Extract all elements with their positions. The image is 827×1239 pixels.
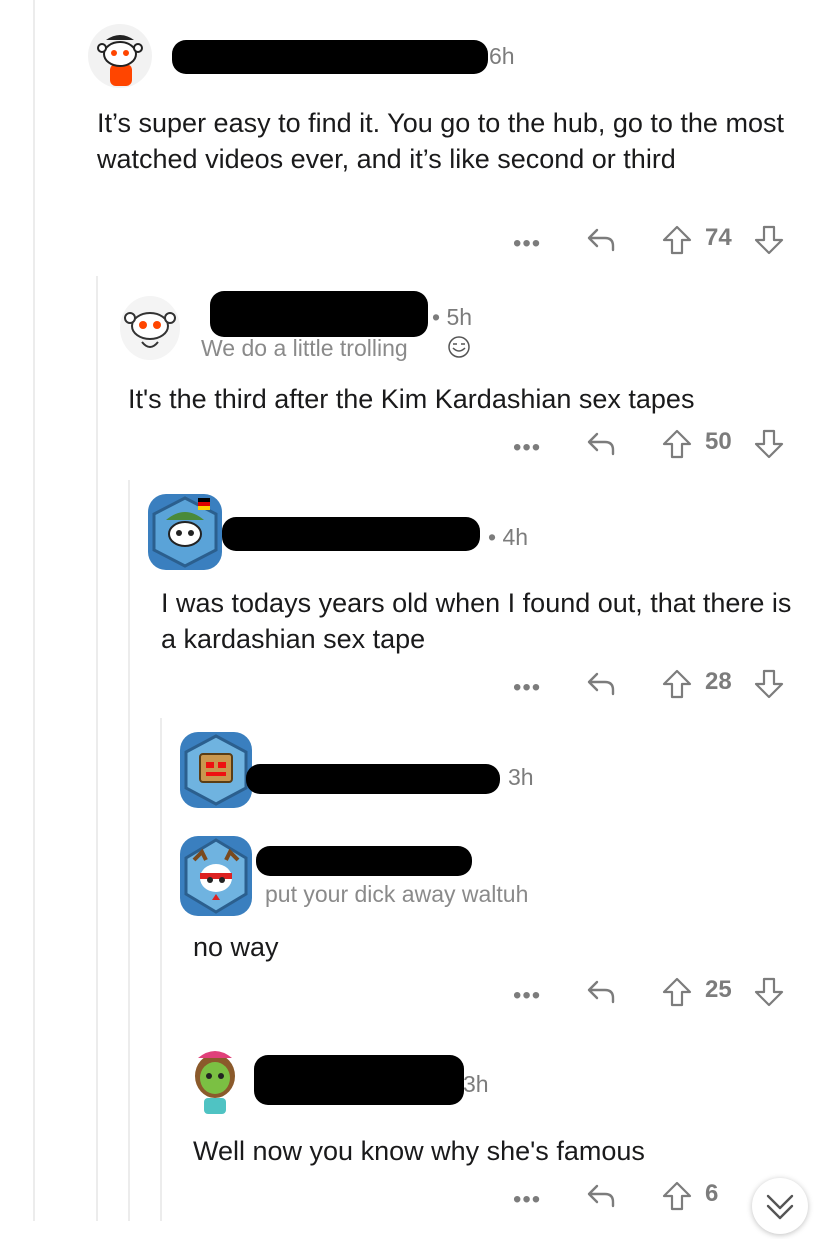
more-options-button[interactable]: ••• <box>513 1186 541 1214</box>
scroll-to-next-button[interactable] <box>752 1178 808 1234</box>
comment-actions: ••• 6 <box>513 1178 793 1218</box>
redacted-username <box>254 1055 464 1105</box>
upvote-arrow-icon <box>662 1181 692 1211</box>
chevron-double-down-icon <box>766 1194 794 1220</box>
comment-body: Well now you know why she's famous <box>193 1136 645 1166</box>
comment-6: 3h Well now you know why she's famous ••… <box>0 0 827 1221</box>
upvote-button[interactable] <box>661 1180 693 1212</box>
vote-count: 6 <box>705 1180 719 1207</box>
avatar[interactable] <box>184 1040 246 1118</box>
goblin-avatar-icon <box>195 1051 235 1114</box>
reply-button[interactable] <box>585 1180 617 1212</box>
reply-arrow-icon <box>587 1184 615 1208</box>
comment-timestamp: 3h <box>463 1071 489 1097</box>
